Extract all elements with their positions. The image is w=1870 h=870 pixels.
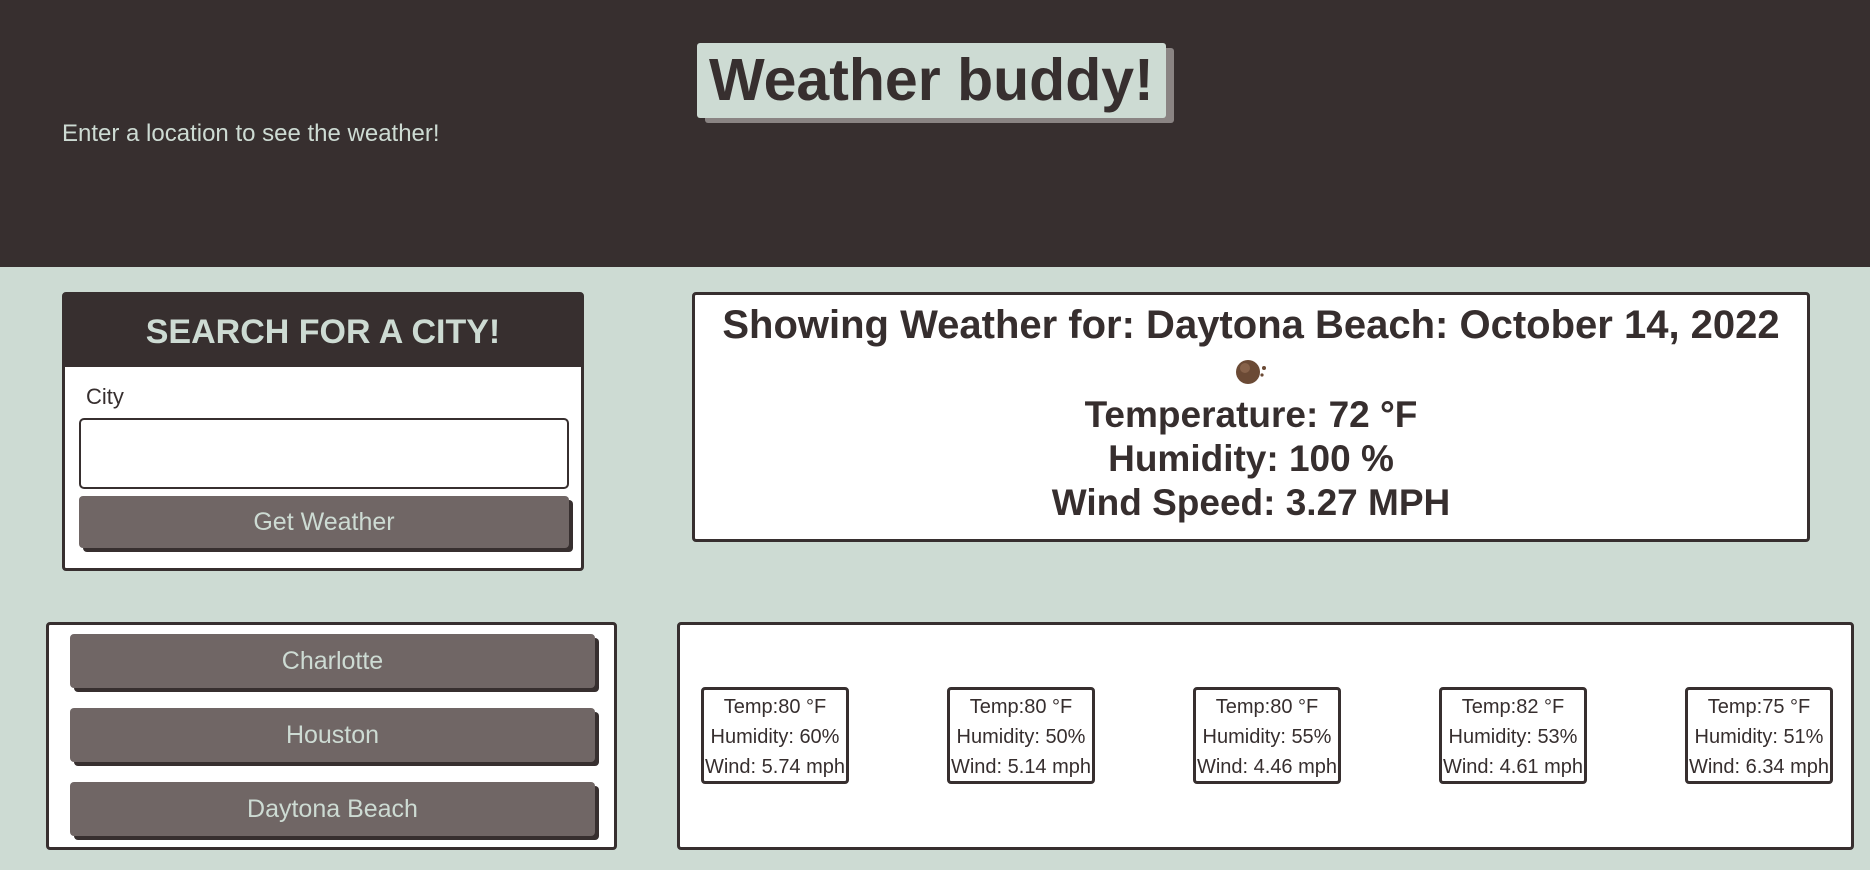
forecast-wind: Wind: 5.74 mph	[704, 756, 846, 778]
current-weather-panel: Showing Weather for: Daytona Beach: Octo…	[692, 292, 1810, 542]
forecast-temp: Temp:75 °F	[1707, 696, 1811, 718]
get-weather-button[interactable]: Get Weather	[79, 496, 569, 548]
search-heading: SEARCH FOR A CITY!	[65, 295, 581, 367]
city-input[interactable]	[79, 418, 569, 489]
forecast-wind: Wind: 5.14 mph	[950, 756, 1092, 778]
forecast-temp: Temp:80 °F	[723, 696, 827, 718]
current-humidity: Humidity: 100 %	[1108, 438, 1394, 479]
forecast-humidity: Humidity: 51%	[1694, 726, 1824, 748]
forecast-temp: Temp:82 °F	[1461, 696, 1565, 718]
current-temperature: Temperature: 72 °F	[1084, 394, 1418, 435]
city-label: City	[86, 384, 124, 409]
forecast-card: Temp:82 °F Humidity: 53% Wind: 4.61 mph	[1439, 687, 1587, 784]
forecast-card: Temp:80 °F Humidity: 55% Wind: 4.46 mph	[1193, 687, 1341, 784]
forecast-humidity: Humidity: 60%	[710, 726, 840, 748]
forecast-wind: Wind: 4.61 mph	[1442, 756, 1584, 778]
history-button-houston[interactable]: Houston	[70, 708, 595, 762]
forecast-card: Temp:80 °F Humidity: 50% Wind: 5.14 mph	[947, 687, 1095, 784]
history-button-daytona-beach[interactable]: Daytona Beach	[70, 782, 595, 836]
forecast-wind: Wind: 6.34 mph	[1688, 756, 1830, 778]
forecast-panel: Temp:80 °F Humidity: 60% Wind: 5.74 mph …	[677, 622, 1854, 850]
forecast-card: Temp:80 °F Humidity: 60% Wind: 5.74 mph	[701, 687, 849, 784]
page-subtitle: Enter a location to see the weather!	[62, 120, 440, 147]
search-history-panel: Charlotte Houston Daytona Beach	[46, 622, 617, 850]
current-wind-speed: Wind Speed: 3.27 MPH	[1051, 482, 1451, 523]
forecast-humidity: Humidity: 55%	[1202, 726, 1332, 748]
forecast-humidity: Humidity: 50%	[956, 726, 1086, 748]
forecast-temp: Temp:80 °F	[1215, 696, 1319, 718]
current-weather-heading: Showing Weather for: Daytona Beach: Octo…	[722, 303, 1780, 347]
header: Weather buddy! Enter a location to see t…	[0, 0, 1870, 267]
search-panel: SEARCH FOR A CITY! City Get Weather	[62, 292, 584, 571]
page-title: Weather buddy!	[697, 43, 1166, 118]
weather-icon	[695, 349, 1807, 393]
weather-icon-graphic	[1236, 360, 1266, 384]
history-button-charlotte[interactable]: Charlotte	[70, 634, 595, 688]
forecast-card: Temp:75 °F Humidity: 51% Wind: 6.34 mph	[1685, 687, 1833, 784]
forecast-temp: Temp:80 °F	[969, 696, 1073, 718]
forecast-wind: Wind: 4.46 mph	[1196, 756, 1338, 778]
forecast-humidity: Humidity: 53%	[1448, 726, 1578, 748]
